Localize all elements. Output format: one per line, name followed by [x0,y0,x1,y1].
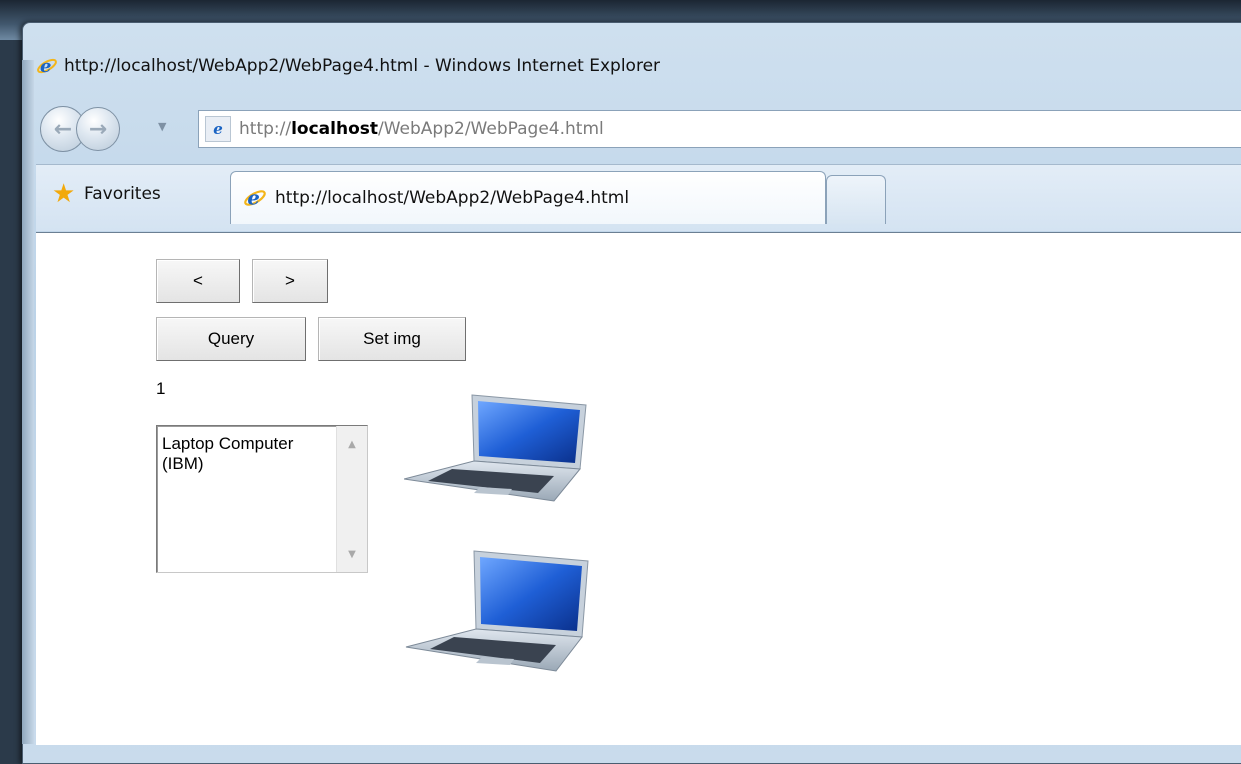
product-listbox[interactable]: Laptop Computer (IBM) ▲ ▼ [156,425,368,573]
address-bar[interactable]: e http://localhost/WebApp2/WebPage4.html [198,110,1241,148]
forward-button[interactable]: → [76,107,120,151]
new-tab-button[interactable] [826,175,886,224]
favorites-button[interactable]: ★ Favorites [52,181,161,207]
previous-button[interactable]: < [156,259,240,303]
listbox-scrollbar[interactable]: ▲ ▼ [336,426,367,572]
tab-label: http://localhost/WebApp2/WebPage4.html [275,188,630,208]
page-content: < > Query Set img 1 Laptop Computer (IBM… [36,232,1241,745]
page-icon: e [205,116,231,142]
laptop-icon [404,547,594,672]
set-img-button[interactable]: Set img [318,317,466,361]
ie-icon: e [36,55,58,77]
star-icon: ★ [52,179,76,209]
favorites-label: Favorites [84,184,161,204]
window-frame-left [22,60,34,744]
history-dropdown-icon[interactable]: ▼ [158,120,172,134]
svg-text:e: e [247,187,260,210]
tab-bar: ★ Favorites e http://localhost/WebApp2/W… [36,164,1241,231]
title-bar: e http://localhost/WebApp2/WebPage4.html… [36,46,1236,86]
next-button[interactable]: > [252,259,328,303]
window-title: http://localhost/WebApp2/WebPage4.html -… [64,56,661,76]
query-button[interactable]: Query [156,317,306,361]
scroll-up-icon[interactable]: ▲ [337,432,367,456]
record-counter: 1 [156,379,166,398]
back-arrow-icon: ← [53,116,73,142]
tab-current-page[interactable]: e http://localhost/WebApp2/WebPage4.html [230,171,826,224]
address-url: http://localhost/WebApp2/WebPage4.html [239,119,604,139]
forward-arrow-icon: → [88,116,108,142]
listbox-item[interactable]: Laptop Computer (IBM) [162,434,334,474]
svg-text:e: e [40,56,51,77]
navigation-bar: ← → ▼ e http://localhost/WebApp2/WebPage… [40,106,1241,154]
scroll-down-icon[interactable]: ▼ [337,542,367,566]
ie-icon: e [243,186,267,210]
laptop-icon [403,391,594,511]
